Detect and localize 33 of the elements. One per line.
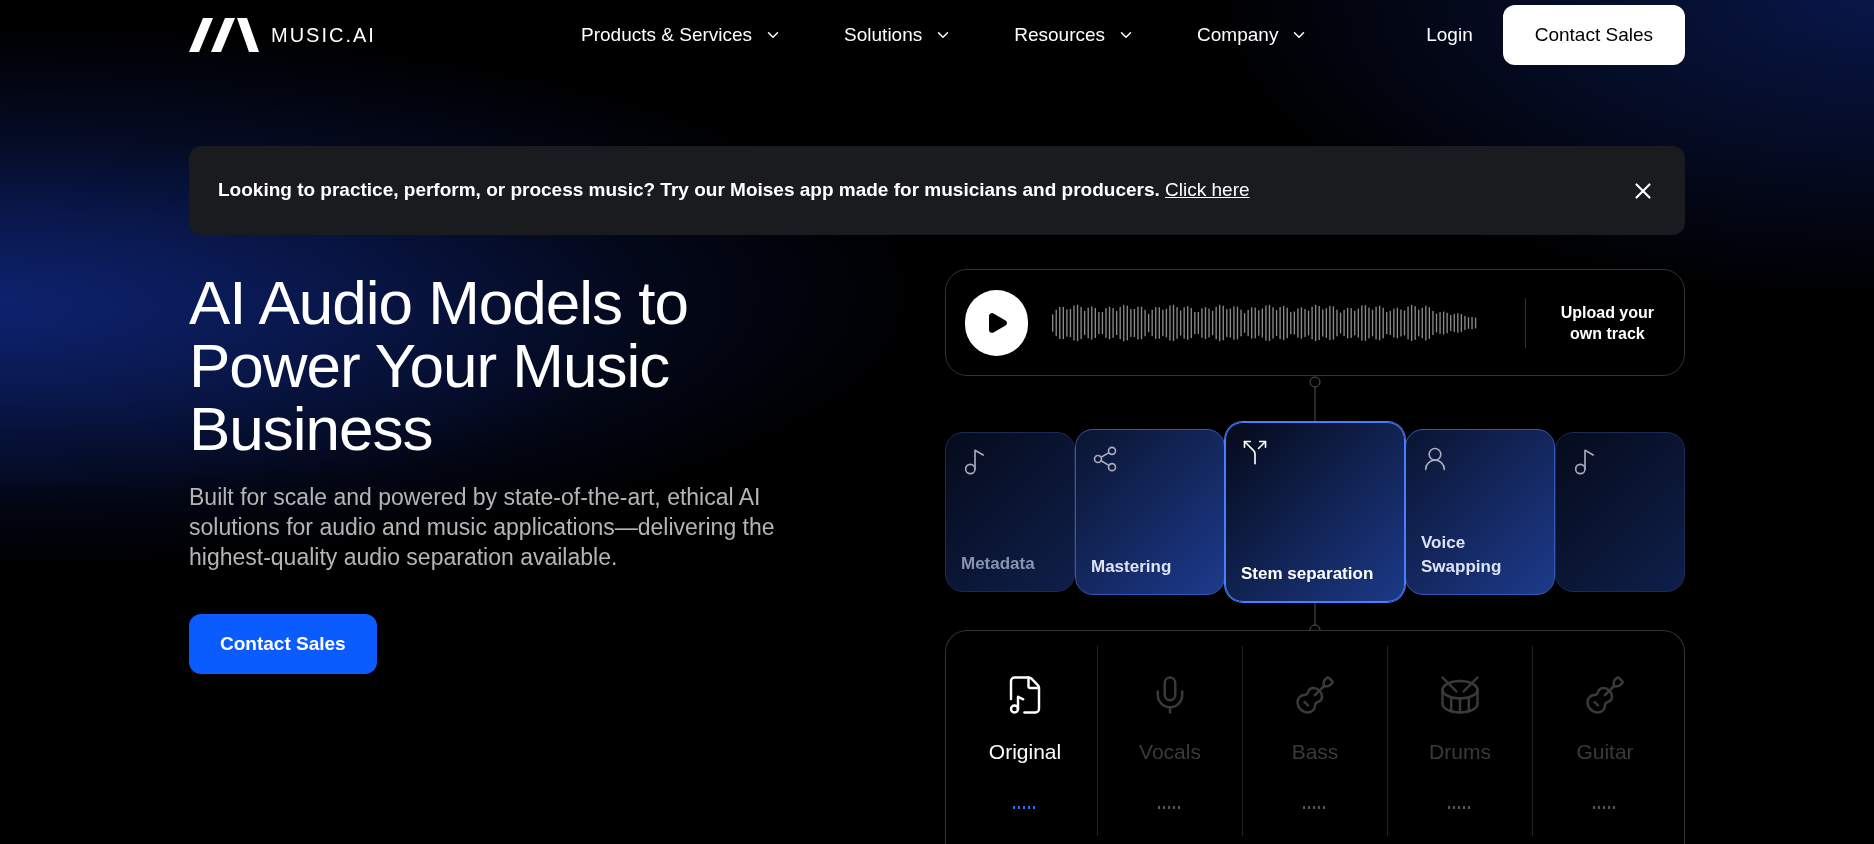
nav-menu-item[interactable]: Products & Services xyxy=(581,20,783,50)
banner-text: Looking to practice, perform, or process music? Try our Moises app made for musicians and producers. Click here xyxy=(218,178,1250,203)
model-card[interactable]: Mastering xyxy=(1075,429,1225,595)
level-dots-icon xyxy=(1013,805,1037,809)
model-card[interactable]: Voice Swapping xyxy=(1405,429,1555,595)
logo-wordmark: MUSIC.AI xyxy=(271,23,376,48)
model-label: Voice Swapping xyxy=(1421,532,1503,578)
login-link[interactable]: Login xyxy=(1426,20,1473,50)
contact-sales-button[interactable]: Contact Sales xyxy=(1502,5,1685,65)
hero-title: AI Audio Models to Power Your Music Business xyxy=(189,271,689,460)
nav-menu-item[interactable]: Company xyxy=(1197,20,1309,50)
model-icon xyxy=(1241,438,1269,466)
model-label: Metadata xyxy=(961,553,1036,575)
hero-subtitle: Built for scale and powered by state-of-the-art, ethical AI solutions for audio and music applications—delivering the highest-quality audio separation available. xyxy=(189,483,776,572)
level-dots-icon xyxy=(1158,805,1182,809)
stem-icon xyxy=(1294,674,1336,716)
click-here-link[interactable]: Click here xyxy=(1165,179,1250,201)
level-dots-icon xyxy=(1303,805,1327,809)
model-card[interactable]: Metadata xyxy=(945,432,1075,592)
logo-icon xyxy=(189,18,259,52)
stem-icon xyxy=(1439,674,1481,716)
level-dots-icon xyxy=(1448,805,1472,809)
stem-tab[interactable]: Original xyxy=(953,646,1097,836)
level-dots-icon xyxy=(1593,805,1617,809)
nav-menu-item[interactable]: Resources xyxy=(1014,20,1136,50)
model-label: Mastering xyxy=(1091,556,1173,578)
model-icon xyxy=(1091,445,1119,473)
upload-track-button[interactable]: Upload your own track xyxy=(1549,301,1665,344)
model-card[interactable]: Stem separation xyxy=(1225,422,1405,602)
stem-icon xyxy=(1584,674,1626,716)
model-label: Stem separation xyxy=(1241,563,1375,585)
contact-sales-button[interactable]: Contact Sales xyxy=(189,614,377,674)
nav-menu-item[interactable]: Solutions xyxy=(844,20,953,50)
